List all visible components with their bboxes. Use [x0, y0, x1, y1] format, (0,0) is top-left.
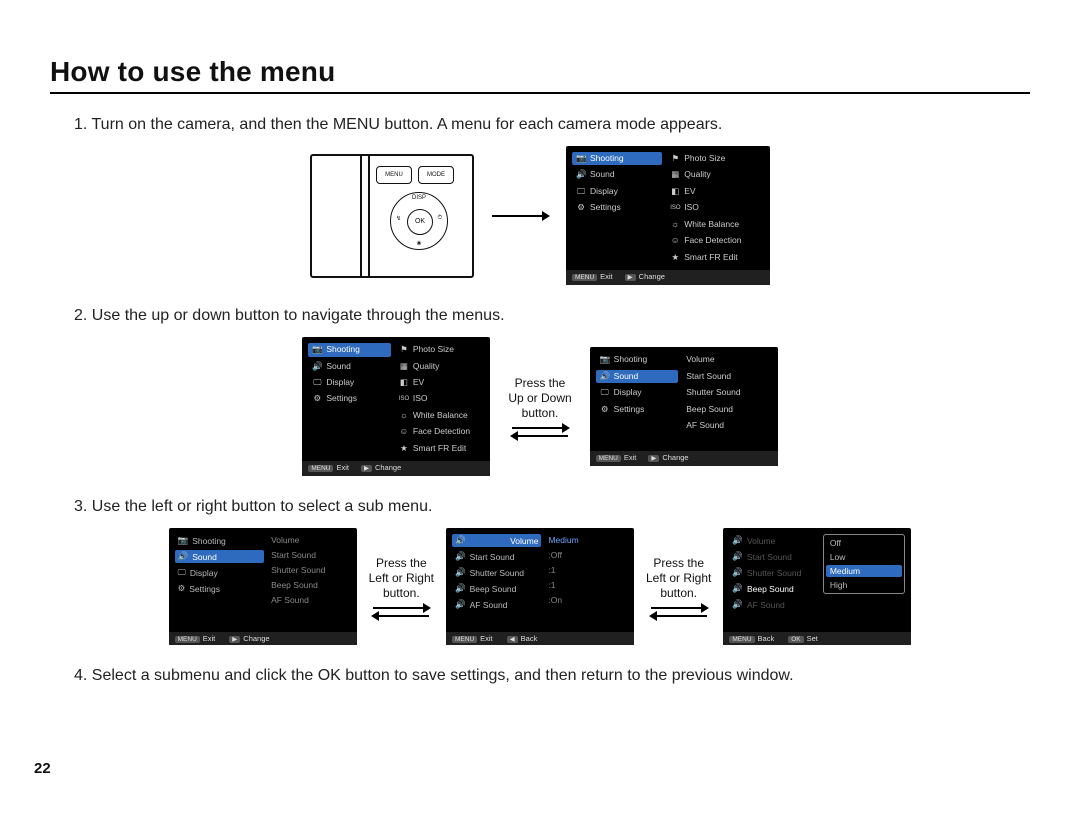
step-1-illustration: MENU MODE OK DISP ↯ ⏱ ❀ 📷 Shooting 🔊 Sound… — [50, 146, 1030, 285]
page-title: How to use the menu — [50, 56, 1030, 94]
step-4-text: 4. Select a submenu and click the OK but… — [74, 667, 1030, 685]
submenu-af-sound: 🔊AF Sound — [452, 598, 541, 611]
value-shutter-sound: :1 — [545, 564, 628, 576]
tab-sound: 🔊Sound — [308, 360, 391, 373]
tab-shooting: 📷Shooting — [596, 353, 679, 366]
submenu-start-sound: 🔊Start Sound — [452, 550, 541, 563]
timer-icon: ⏱ — [437, 215, 442, 222]
screen-footer: MENUExit ▶Change — [566, 270, 770, 285]
tab-shooting: 📷Shooting — [308, 343, 391, 356]
menu-screen-sound: 📷Shooting 🔊Sound 🖵Display ⚙Settings Volu… — [590, 347, 778, 466]
left-right-hint-1: Press the Left or Right button. — [369, 556, 434, 617]
sound-submenu-screen: 🔊Volume 🔊Start Sound 🔊Shutter Sound 🔊Bee… — [446, 528, 634, 645]
up-down-label: Press the Up or Down button. — [508, 376, 571, 421]
value-beep-sound: :1 — [545, 579, 628, 591]
volume-options-screen: 🔊Volume 🔊Start Sound 🔊Shutter Sound 🔊Bee… — [723, 528, 911, 645]
tab-shooting: 📷 Shooting — [572, 152, 662, 165]
arrow-right-icon — [492, 215, 548, 217]
camera-mode-button: MODE — [418, 166, 454, 184]
opt-high: High — [826, 579, 903, 591]
tab-display-label: Display — [590, 186, 618, 197]
face-icon: ☺ — [670, 235, 680, 246]
tab-display: 🖵 Display — [572, 185, 662, 198]
menu-screen-shooting: 📷 Shooting 🔊 Sound 🖵 Display ⚙ Settings ⚑Pho… — [566, 146, 770, 285]
manual-page: How to use the menu 1. Turn on the camer… — [0, 0, 1080, 815]
tab-settings: ⚙Settings — [596, 403, 679, 416]
dim-start-sound: 🔊Start Sound — [729, 550, 818, 563]
value-start-sound: :Off — [545, 549, 628, 561]
tab-settings: ⚙Settings — [175, 582, 264, 595]
tab-sound-label: Sound — [590, 169, 615, 180]
step-2-text: 2. Use the up or down button to navigate… — [74, 307, 1030, 325]
dim-volume: 🔊Volume — [729, 534, 818, 547]
item-ev: ◧EV — [666, 185, 764, 198]
item-photo-size: ⚑Photo Size — [666, 152, 764, 165]
tab-shooting: 📷Shooting — [175, 534, 264, 547]
active-beep-sound: 🔊Beep Sound — [729, 582, 818, 595]
tab-display: 🖵Display — [175, 566, 264, 579]
left-right-hint-2: Press the Left or Right button. — [646, 556, 711, 617]
submenu-beep-sound: 🔊Beep Sound — [452, 582, 541, 595]
tab-settings-label: Settings — [590, 202, 621, 213]
camera-icon: 📷 — [576, 153, 586, 164]
flag-icon: ⚑ — [670, 153, 680, 164]
arrow-right-icon — [512, 427, 568, 429]
step-3-text: 3. Use the left or right button to selec… — [74, 498, 1030, 516]
volume-options-box: Off Low Medium High — [823, 534, 906, 594]
value-af-sound: :On — [545, 594, 628, 606]
item-white-balance: ☼White Balance — [666, 218, 764, 231]
item-iso: ISOISO — [666, 201, 764, 214]
gear-icon: ⚙ — [576, 202, 586, 213]
tab-display: 🖵Display — [308, 376, 391, 389]
flash-icon: ↯ — [396, 215, 401, 222]
page-number: 22 — [34, 760, 51, 777]
submenu-shutter-sound: 🔊Shutter Sound — [452, 566, 541, 579]
step-3-illustration: 📷Shooting 🔊Sound 🖵Display ⚙Settings Volu… — [50, 528, 1030, 645]
submenu-volume: 🔊Volume — [452, 534, 541, 547]
macro-icon: ❀ — [391, 240, 447, 247]
sound-menu-screen: 📷Shooting 🔊Sound 🖵Display ⚙Settings Volu… — [169, 528, 357, 645]
tab-sound: 🔊 Sound — [572, 168, 662, 181]
dpad-disp-label: DISP — [391, 195, 447, 201]
arrow-left-icon — [512, 435, 568, 437]
quality-icon: ▦ — [670, 169, 680, 180]
opt-off: Off — [826, 537, 903, 549]
value-volume: Medium — [545, 534, 628, 546]
display-icon: 🖵 — [576, 186, 586, 197]
opt-medium: Medium — [826, 565, 903, 577]
menu-screen-shooting-2: 📷Shooting 🔊Sound 🖵Display ⚙Settings ⚑Pho… — [302, 337, 490, 476]
wb-icon: ☼ — [670, 219, 680, 230]
item-quality: ▦Quality — [666, 168, 764, 181]
tab-shooting-label: Shooting — [590, 153, 624, 164]
step-2-illustration: 📷Shooting 🔊Sound 🖵Display ⚙Settings ⚑Pho… — [50, 337, 1030, 476]
tab-settings: ⚙Settings — [308, 392, 391, 405]
item-smart-fr: ★Smart FR Edit — [666, 251, 764, 264]
iso-icon: ISO — [670, 204, 680, 212]
opt-low: Low — [826, 551, 903, 563]
camera-menu-button: MENU — [376, 166, 412, 184]
item-face-detection: ☺Face Detection — [666, 234, 764, 247]
camera-dpad: OK DISP ↯ ⏱ ❀ — [390, 192, 448, 250]
speaker-icon: 🔊 — [576, 169, 586, 180]
ev-icon: ◧ — [670, 186, 680, 197]
tab-settings: ⚙ Settings — [572, 201, 662, 214]
dim-af-sound: 🔊AF Sound — [729, 598, 818, 611]
camera-ok-button: OK — [407, 209, 433, 235]
dim-shutter-sound: 🔊Shutter Sound — [729, 566, 818, 579]
tab-display: 🖵Display — [596, 386, 679, 399]
camera-back-illustration: MENU MODE OK DISP ↯ ⏱ ❀ — [310, 154, 474, 278]
tab-sound: 🔊Sound — [596, 370, 679, 383]
step-1-text: 1. Turn on the camera, and then the MENU… — [74, 116, 1030, 134]
tab-sound: 🔊Sound — [175, 550, 264, 563]
star-icon: ★ — [670, 252, 680, 263]
up-down-hint: Press the Up or Down button. — [508, 376, 571, 437]
